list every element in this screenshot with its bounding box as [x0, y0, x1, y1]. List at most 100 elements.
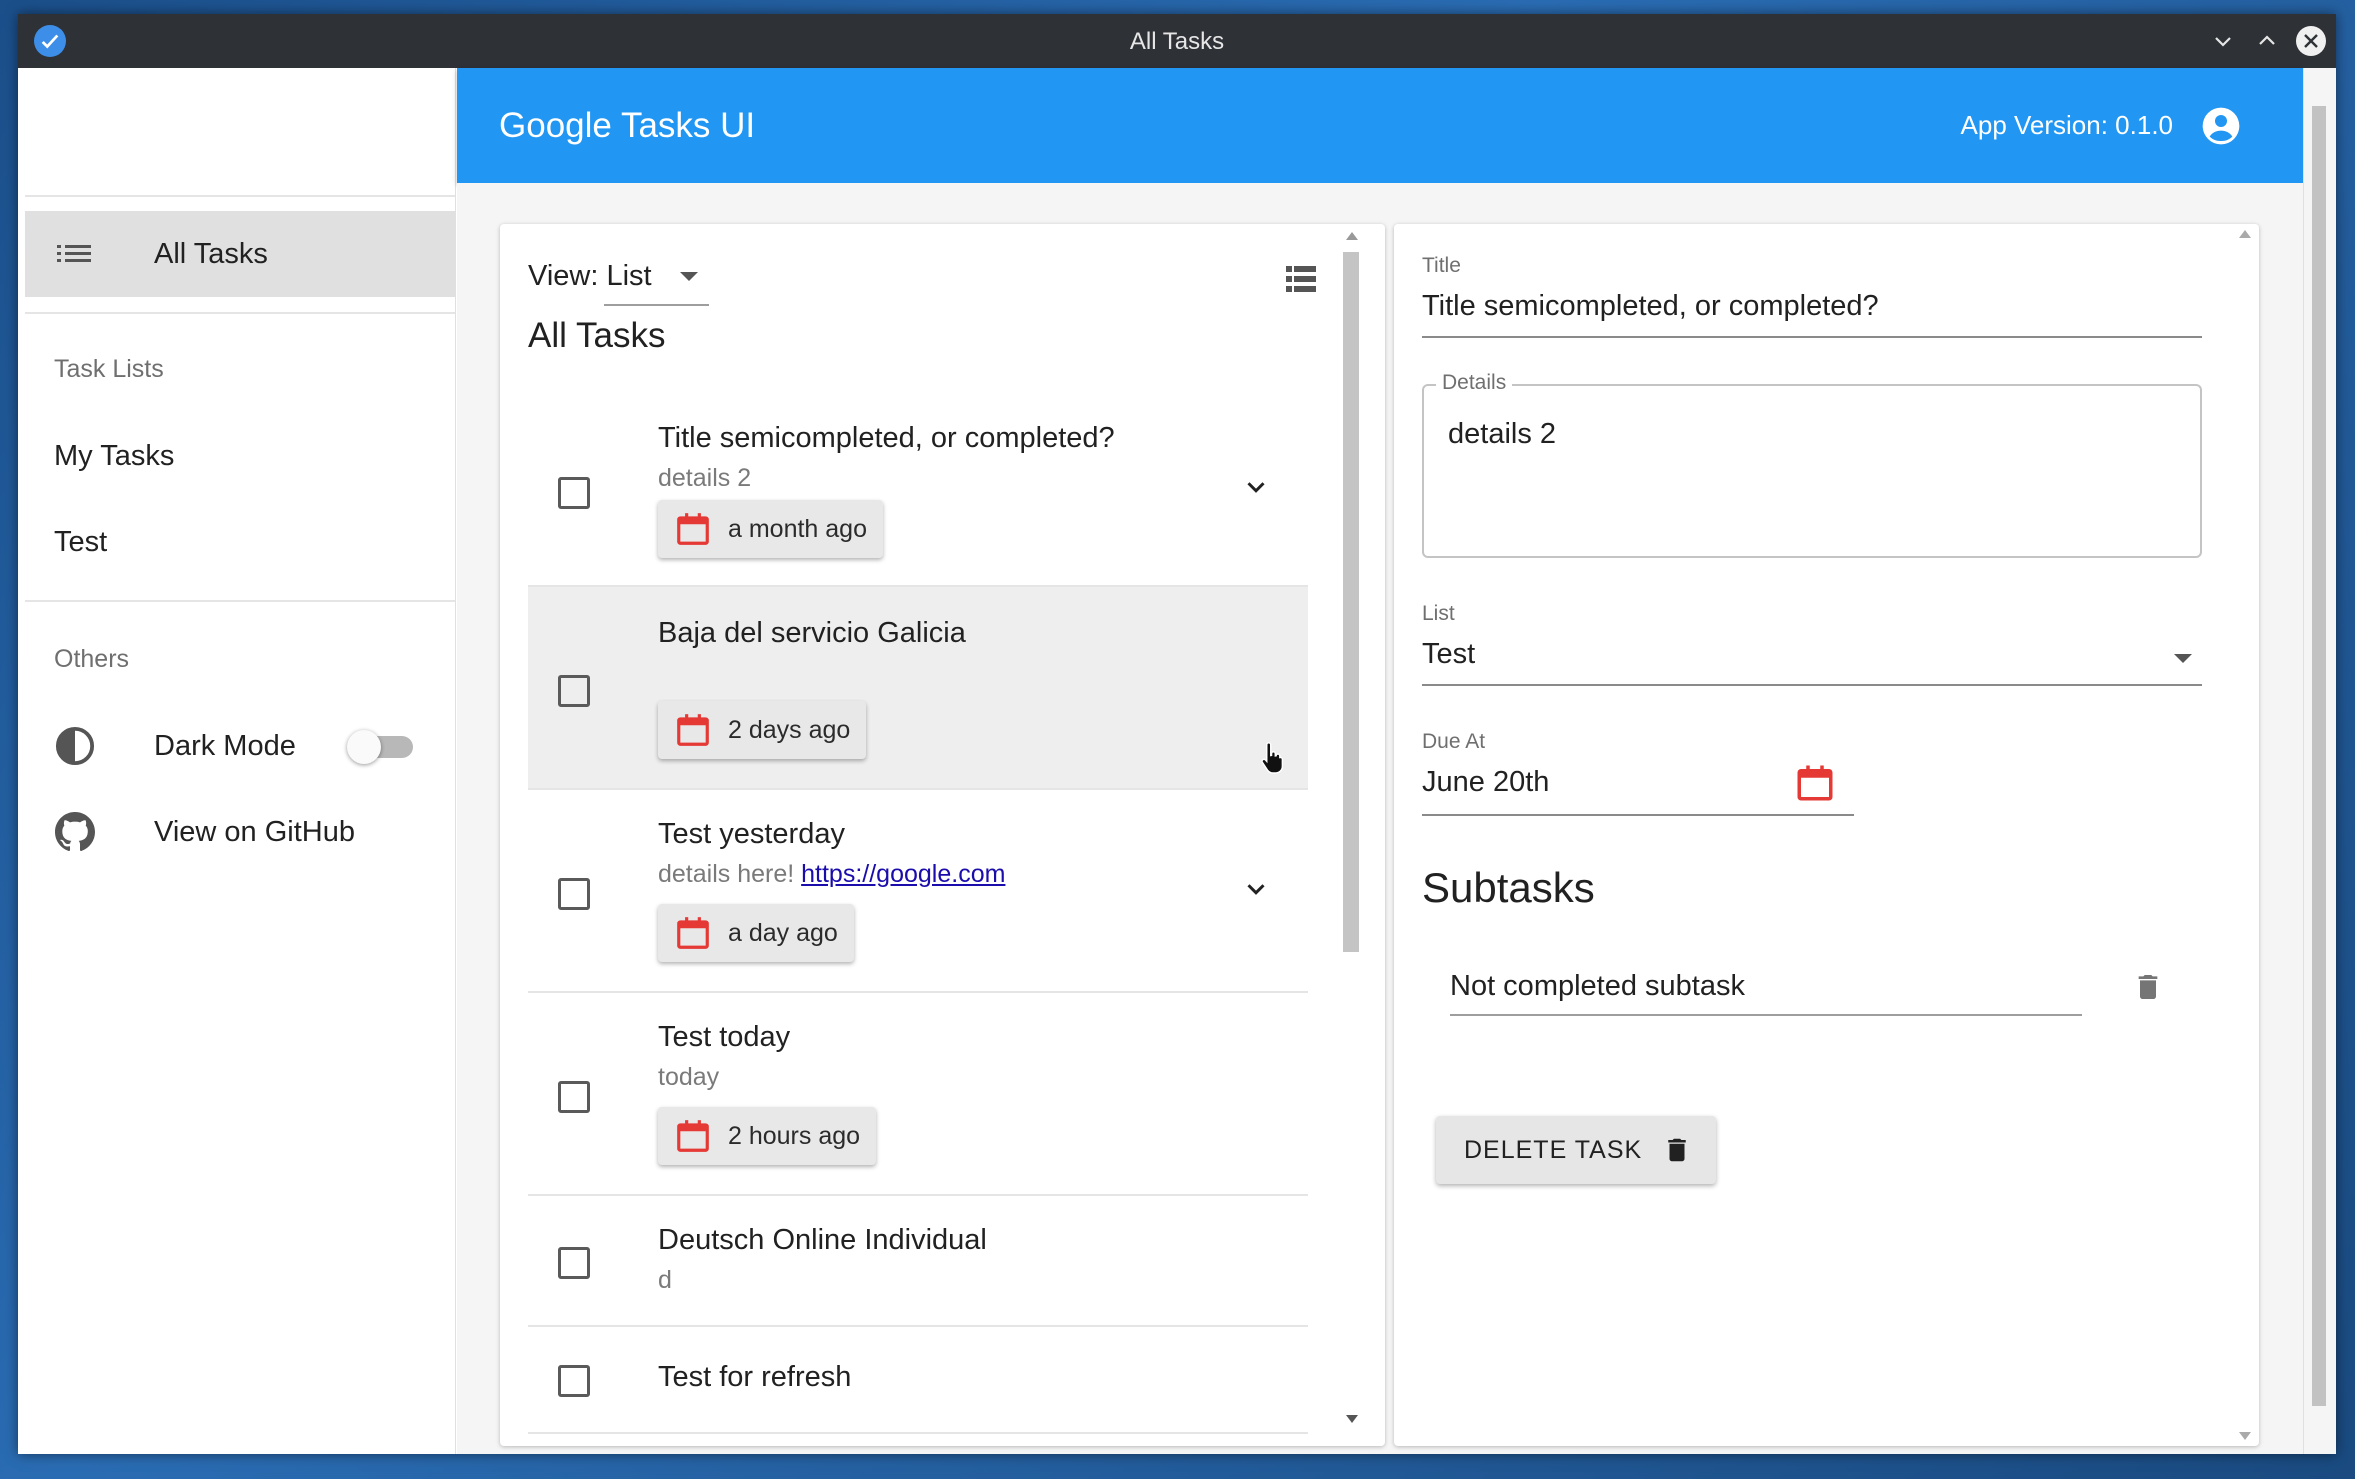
title-field[interactable]: Title semicompleted, or completed?	[1422, 290, 1879, 323]
task-title: Title semicompleted, or completed?	[658, 422, 1115, 454]
sidebar-item-github[interactable]: View on GitHub	[25, 789, 455, 875]
task-list-scrollbar[interactable]	[1341, 230, 1361, 1425]
scrollbar-thumb[interactable]	[1343, 252, 1359, 952]
sidebar-item-dark-mode[interactable]: Dark Mode	[25, 703, 455, 789]
details-field[interactable]: Details details 2	[1422, 371, 2202, 558]
due-date-chip[interactable]: a month ago	[658, 500, 883, 558]
view-select-value: List	[606, 260, 652, 292]
due-date-field[interactable]: June 20th	[1422, 766, 1549, 799]
expand-chevron-icon[interactable]	[1241, 874, 1271, 904]
app-version: App Version: 0.1.0	[1960, 110, 2173, 140]
scroll-down-arrow[interactable]	[2239, 1432, 2251, 1440]
calendar-icon	[677, 714, 709, 746]
close-window-button[interactable]	[2296, 26, 2326, 56]
task-item[interactable]: Title semicompleted, or completed? detai…	[528, 384, 1308, 587]
due-date-chip[interactable]: a day ago	[658, 904, 854, 962]
window-scrollbar[interactable]	[2303, 68, 2336, 1454]
task-checkbox[interactable]	[558, 477, 590, 509]
task-notes: details 2	[658, 464, 752, 492]
trash-icon	[1668, 1138, 1686, 1162]
window-titlebar: All Tasks	[18, 14, 2336, 68]
title-label: Title	[1422, 254, 1461, 277]
task-title: Test for refresh	[658, 1361, 852, 1393]
scrollbar-thumb[interactable]	[2312, 106, 2326, 1406]
view-list-icon[interactable]	[1286, 266, 1316, 297]
due-date-text: a day ago	[728, 918, 838, 947]
task-notes-text: details here!	[658, 860, 802, 888]
title-underline	[1422, 336, 2202, 338]
due-date-underline	[1422, 814, 1854, 816]
task-lists-header: Task Lists	[54, 355, 164, 383]
view-select-prefix: View:	[528, 260, 599, 292]
expand-chevron-icon[interactable]	[1241, 472, 1271, 502]
list-title: All Tasks	[528, 316, 666, 355]
detail-scrollbar[interactable]	[2237, 228, 2253, 1442]
task-notes: d	[658, 1266, 672, 1294]
sidebar-item-label: View on GitHub	[154, 815, 355, 848]
sidebar-item-all-tasks[interactable]: All Tasks	[25, 211, 455, 297]
subtask-field[interactable]: Not completed subtask	[1450, 970, 1745, 1003]
due-date-chip[interactable]: 2 hours ago	[658, 1107, 877, 1165]
contrast-icon	[55, 726, 95, 766]
chevron-down-icon	[2215, 37, 2231, 47]
scroll-down-arrow[interactable]	[1346, 1415, 1358, 1423]
task-checkbox[interactable]	[558, 1247, 590, 1279]
minimize-button[interactable]	[2208, 26, 2238, 56]
list-icon	[55, 234, 95, 274]
delete-subtask-icon[interactable]	[2132, 969, 2164, 1005]
task-item[interactable]: Test yesterday details here! https://goo…	[528, 790, 1308, 993]
task-notes: today	[658, 1063, 720, 1091]
window-title: All Tasks	[1129, 28, 1225, 55]
subtasks-header: Subtasks	[1422, 864, 1595, 911]
task-title: Deutsch Online Individual	[658, 1224, 987, 1256]
calendar-icon	[677, 1120, 709, 1152]
sidebar-item-label: Dark Mode	[154, 729, 296, 762]
details-label: Details	[1436, 371, 1513, 395]
delete-task-button[interactable]: DELETE TASK	[1436, 1116, 1716, 1184]
task-title: Test yesterday	[658, 818, 845, 850]
task-item[interactable]: Test for refresh	[528, 1327, 1308, 1434]
sidebar-item-test[interactable]: Test	[25, 499, 455, 585]
task-item[interactable]: Deutsch Online Individual d	[528, 1196, 1308, 1327]
app-bar: Google Tasks UI App Version: 0.1.0	[457, 68, 2303, 183]
scroll-up-arrow[interactable]	[1346, 232, 1358, 240]
dropdown-caret-icon	[680, 272, 698, 281]
maximize-button[interactable]	[2252, 26, 2282, 56]
list-underline	[1422, 684, 2202, 686]
sidebar-item-label: My Tasks	[54, 439, 175, 472]
due-date-text: a month ago	[728, 514, 867, 543]
dropdown-caret-icon[interactable]	[2174, 654, 2192, 663]
due-date-text: 2 days ago	[728, 715, 851, 744]
others-header: Others	[54, 645, 130, 673]
view-select[interactable]: View: List	[528, 260, 709, 306]
delete-task-label: DELETE TASK	[1464, 1135, 1643, 1164]
dark-mode-toggle[interactable]	[347, 730, 413, 764]
details-value: details 2	[1448, 418, 1557, 450]
calendar-icon[interactable]	[1794, 762, 1836, 804]
chevron-up-icon	[2259, 35, 2275, 45]
task-title: Test today	[658, 1021, 791, 1053]
sidebar-item-my-tasks[interactable]: My Tasks	[25, 413, 455, 499]
subtask-underline	[1450, 1014, 2082, 1016]
task-item[interactable]: Test today today 2 hours ago	[528, 993, 1308, 1196]
task-item[interactable]: Baja del servicio Galicia 2 days ago	[528, 587, 1308, 790]
task-checkbox[interactable]	[558, 1365, 590, 1397]
toggle-knob	[347, 730, 381, 764]
scroll-up-arrow[interactable]	[2239, 230, 2251, 238]
task-notes-link[interactable]: https://google.com	[801, 860, 1005, 888]
task-title: Baja del servicio Galicia	[658, 617, 966, 649]
due-date-chip[interactable]: 2 days ago	[658, 701, 867, 759]
list-label: List	[1422, 602, 1455, 625]
calendar-icon	[677, 917, 709, 949]
task-checkbox[interactable]	[558, 1081, 590, 1113]
task-list-panel: View: List All Tasks Title semicompleted…	[500, 224, 1385, 1446]
sidebar-item-label: Test	[54, 525, 108, 558]
due-label: Due At	[1422, 730, 1486, 753]
task-checkbox[interactable]	[558, 675, 590, 707]
task-checkbox[interactable]	[558, 878, 590, 910]
list-select[interactable]: Test	[1422, 638, 1475, 671]
account-button[interactable]	[2201, 106, 2241, 146]
sidebar-divider	[25, 312, 455, 314]
sidebar: All Tasks Task Lists My Tasks Test Other…	[25, 68, 456, 1454]
account-circle-icon	[2202, 107, 2240, 145]
